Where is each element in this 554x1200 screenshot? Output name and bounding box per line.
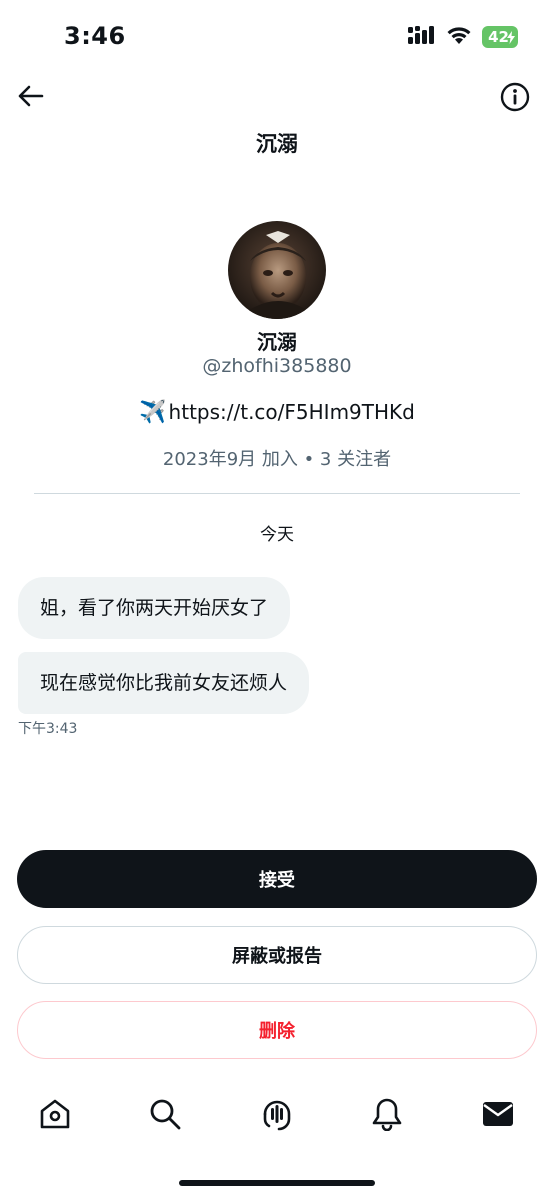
divider [34, 493, 520, 494]
search-icon [148, 1097, 182, 1135]
info-icon [500, 82, 530, 116]
nav-notifications[interactable] [367, 1096, 407, 1136]
status-time: 3:46 [64, 22, 126, 50]
nav-spaces[interactable] [257, 1096, 297, 1136]
profile-name: 沉溺 [257, 330, 297, 354]
profile-handle: @zhofhi385880 [202, 355, 352, 377]
bio-link[interactable]: https://t.co/F5HIm9THKd [169, 400, 415, 424]
nav-messages[interactable] [478, 1096, 518, 1136]
wifi-icon [446, 25, 472, 49]
avatar[interactable] [228, 221, 326, 319]
profile-meta: 2023年9月 加入 • 3 关注者 [162, 449, 392, 470]
battery-charging-icon: 42 [482, 26, 518, 48]
nav-home[interactable] [35, 1096, 75, 1136]
conversation-title: 沉溺 [256, 132, 298, 156]
back-arrow-icon [16, 84, 44, 112]
message-bubble[interactable]: 姐，看了你两天开始厌女了 [18, 577, 291, 639]
nav-search[interactable] [145, 1096, 185, 1136]
home-icon [38, 1097, 72, 1135]
battery-level: 42 [488, 28, 509, 46]
message-bubble[interactable]: 现在感觉你比我前女友还烦人 [18, 652, 310, 714]
home-indicator [179, 1180, 375, 1186]
messages-icon [481, 1097, 515, 1135]
accept-button[interactable]: 接受 [17, 850, 537, 908]
message-timestamp: 下午3:43 [18, 721, 78, 737]
delete-button[interactable]: 删除 [17, 1001, 537, 1059]
back-button[interactable] [12, 80, 48, 116]
spaces-icon [260, 1097, 294, 1135]
airplane-icon: ✈️ [139, 400, 167, 425]
avatar-image [228, 221, 326, 319]
block-or-report-button[interactable]: 屏蔽或报告 [17, 926, 537, 984]
profile-bio: ✈️ https://t.co/F5HIm9THKd [0, 400, 554, 425]
day-label: 今天 [260, 525, 294, 545]
notifications-icon [370, 1097, 404, 1135]
info-button[interactable] [498, 82, 532, 116]
status-icons: 42 [408, 25, 518, 49]
cellular-signal-icon [408, 26, 436, 48]
